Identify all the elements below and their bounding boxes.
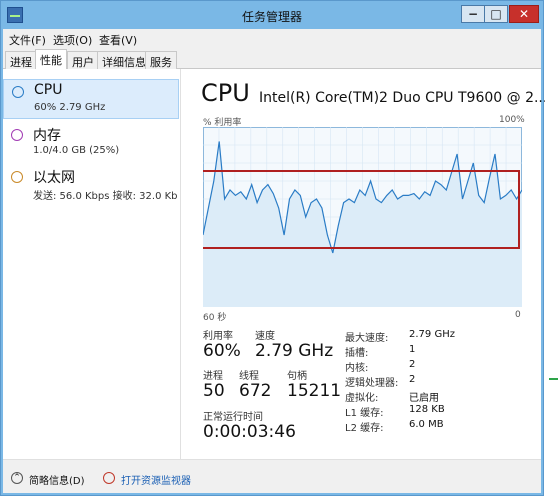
ethernet-ring-icon: [11, 171, 23, 183]
l2-cache-value: 6.0 MB: [409, 419, 444, 430]
footer-bar: ⌃ 简略信息(D) 打开资源监视器: [3, 459, 541, 493]
menu-options[interactable]: 选项(O): [53, 32, 92, 48]
threads-label: 线程: [239, 371, 259, 382]
background-green-line: [549, 378, 558, 380]
cpu-model-name: Intel(R) Core(TM)2 Duo CPU T9600 @ 2...: [259, 90, 548, 106]
chevron-up-icon[interactable]: ⌃: [11, 472, 23, 484]
page-title: CPU: [201, 79, 250, 107]
cpu-utilization-graph: [203, 127, 522, 307]
task-manager-window: 任务管理器 − □ ✕ 文件(F) 选项(O) 查看(V) 进程 性能 用户 详…: [0, 0, 547, 496]
fewer-details-button[interactable]: 简略信息(D): [29, 472, 85, 487]
l1-cache-label: L1 缓存:: [345, 408, 384, 419]
virtualization-value: 已启用: [409, 393, 439, 404]
handles-value: 15211: [287, 381, 342, 401]
tab-users[interactable]: 用户: [67, 51, 99, 69]
maximize-button[interactable]: □: [484, 5, 508, 23]
logical-processors-value: 2: [409, 374, 416, 385]
background-window-edge: [545, 0, 558, 502]
sidebar-item-detail: 1.0/4.0 GB (25%): [33, 145, 120, 156]
tab-processes[interactable]: 进程: [5, 51, 37, 69]
handles-label: 句柄: [287, 371, 307, 382]
sidebar-item-detail: 发送: 56.0 Kbps 接收: 32.0 Kb: [33, 191, 178, 202]
utilization-value: 60%: [203, 341, 241, 361]
graph-y-max-label: 100%: [499, 115, 525, 125]
cores-label: 内核:: [345, 363, 369, 374]
resource-monitor-icon[interactable]: [103, 472, 115, 484]
graph-x-start-label: 60 秒: [203, 313, 227, 323]
cpu-detail-pane: CPU Intel(R) Core(TM)2 Duo CPU T9600 @ 2…: [193, 69, 547, 459]
graph-x-end-label: 0: [515, 310, 521, 320]
open-resource-monitor-link[interactable]: 打开资源监视器: [121, 472, 191, 487]
menu-view[interactable]: 查看(V): [99, 32, 137, 48]
l2-cache-label: L2 缓存:: [345, 423, 384, 434]
sockets-label: 插槽:: [345, 348, 369, 359]
sidebar-item-label: 以太网: [33, 170, 75, 186]
max-speed-value: 2.79 GHz: [409, 329, 455, 340]
cores-value: 2: [409, 359, 416, 370]
menu-bar: 文件(F) 选项(O) 查看(V): [3, 29, 541, 49]
sidebar-item-memory[interactable]: 内存 1.0/4.0 GB (25%): [3, 123, 179, 163]
utilization-label: 利用率: [203, 331, 233, 342]
cpu-ring-icon: [12, 86, 24, 98]
window-content: 文件(F) 选项(O) 查看(V) 进程 性能 用户 详细信息 服务 CPU 6…: [3, 29, 547, 493]
tab-strip: 进程 性能 用户 详细信息 服务: [3, 49, 541, 70]
virtualization-label: 虚拟化:: [345, 393, 379, 404]
minimize-button[interactable]: −: [461, 5, 485, 23]
resource-sidebar: CPU 60% 2.79 GHz 内存 1.0/4.0 GB (25%) 以太网…: [3, 69, 181, 459]
processes-value: 50: [203, 381, 225, 401]
sidebar-item-label: 内存: [33, 128, 61, 144]
logical-processors-label: 逻辑处理器:: [345, 378, 399, 389]
uptime-label: 正常运行时间: [203, 412, 263, 423]
close-button[interactable]: ✕: [509, 5, 539, 23]
tab-performance[interactable]: 性能: [35, 49, 67, 70]
sidebar-item-detail: 60% 2.79 GHz: [34, 102, 106, 113]
speed-label: 速度: [255, 331, 275, 342]
performance-panel: CPU 60% 2.79 GHz 内存 1.0/4.0 GB (25%) 以太网…: [3, 69, 547, 459]
threads-value: 672: [239, 381, 272, 401]
screen: 任务管理器 − □ ✕ 文件(F) 选项(O) 查看(V) 进程 性能 用户 详…: [0, 0, 558, 502]
speed-value: 2.79 GHz: [255, 341, 334, 361]
sidebar-item-label: CPU: [34, 82, 63, 98]
sockets-value: 1: [409, 344, 416, 355]
l1-cache-value: 128 KB: [409, 404, 445, 415]
tab-services[interactable]: 服务: [145, 51, 177, 69]
menu-file[interactable]: 文件(F): [9, 32, 46, 48]
tab-details[interactable]: 详细信息: [97, 51, 151, 69]
title-bar[interactable]: 任务管理器 − □ ✕: [1, 1, 543, 29]
processes-label: 进程: [203, 371, 223, 382]
sidebar-item-cpu[interactable]: CPU 60% 2.79 GHz: [3, 79, 179, 119]
memory-ring-icon: [11, 129, 23, 141]
sidebar-item-ethernet[interactable]: 以太网 发送: 56.0 Kbps 接收: 32.0 Kb: [3, 165, 179, 205]
uptime-value: 0:00:03:46: [203, 422, 296, 442]
max-speed-label: 最大速度:: [345, 333, 389, 344]
